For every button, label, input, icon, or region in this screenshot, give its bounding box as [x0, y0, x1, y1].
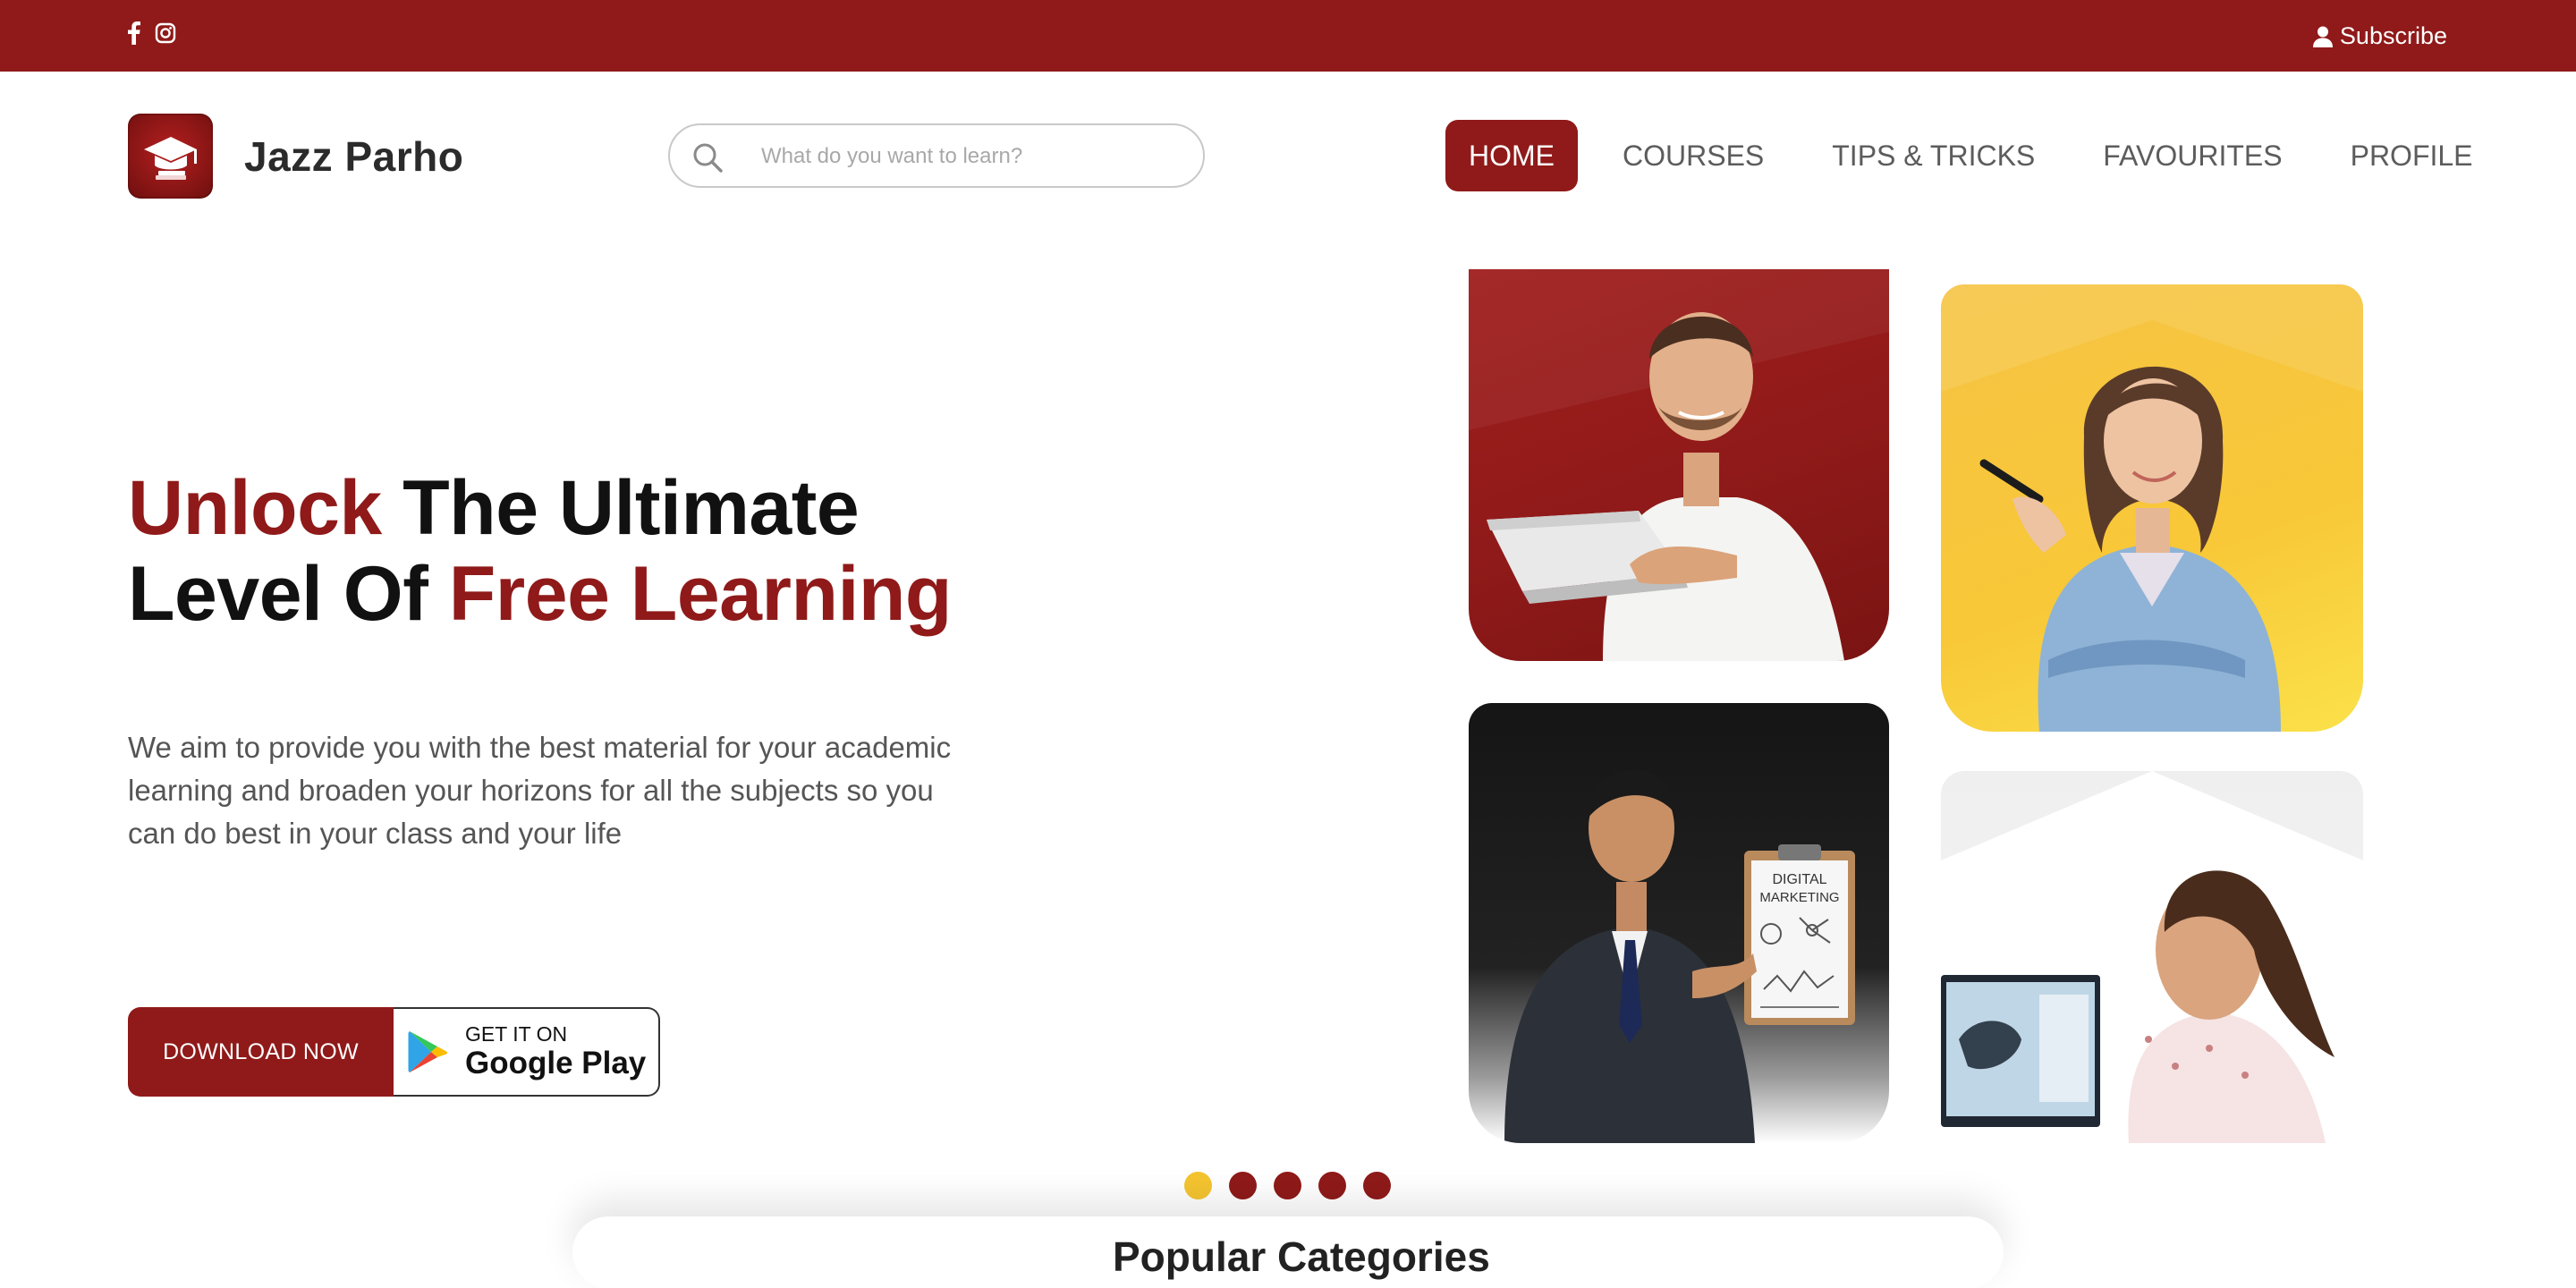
- subscribe-button[interactable]: Subscribe: [2312, 22, 2447, 50]
- main-nav: HOME COURSES TIPS & TRICKS FAVOURITES PR…: [1445, 120, 2518, 191]
- logo[interactable]: [128, 114, 213, 199]
- social-links: [128, 21, 176, 45]
- hero-image-woman-computer: [1941, 771, 2363, 1143]
- monitor: [1941, 975, 2100, 1127]
- hero-image-woman-pen: [1941, 284, 2363, 732]
- nav-home[interactable]: HOME: [1445, 120, 1578, 191]
- carousel-dot-4[interactable]: [1318, 1172, 1346, 1199]
- subscribe-label: Subscribe: [2339, 22, 2447, 49]
- hero-image-man-clipboard: DIGITAL MARKETING: [1469, 703, 1889, 1143]
- graduation-cap-icon: [143, 136, 197, 180]
- brand-name[interactable]: Jazz Parho: [244, 132, 463, 181]
- marketing-clipboard: DIGITAL MARKETING: [1744, 844, 1855, 1025]
- nav-courses[interactable]: COURSES: [1599, 120, 1787, 191]
- clipboard-line-1: DIGITAL: [1772, 872, 1826, 887]
- google-play-button[interactable]: GET IT ON Google Play: [394, 1007, 660, 1097]
- nav-favourites[interactable]: FAVOURITES: [2080, 120, 2305, 191]
- woman-at-computer-illustration: [1941, 771, 2363, 1143]
- nav-profile[interactable]: PROFILE: [2327, 120, 2496, 191]
- search-input[interactable]: [761, 140, 1182, 174]
- man-with-laptop-illustration: [1469, 269, 1889, 661]
- nav-tips-tricks[interactable]: TIPS & TRICKS: [1809, 120, 2058, 191]
- headline-unlock: Unlock: [128, 465, 382, 551]
- hero-image-man-laptop: [1469, 269, 1889, 661]
- man-with-clipboard-illustration: DIGITAL MARKETING: [1504, 769, 1855, 1143]
- clipboard-line-2: MARKETING: [1759, 890, 1839, 905]
- headline-ultimate: The Ultimate: [381, 465, 860, 551]
- carousel-dot-2[interactable]: [1229, 1172, 1257, 1199]
- section-title: Popular Categories: [1113, 1233, 1490, 1280]
- headline-free-learning: Free Learning: [448, 551, 953, 637]
- search-bar: [668, 123, 1205, 188]
- carousel-dot-1[interactable]: [1184, 1172, 1212, 1199]
- google-play-icon: [408, 1031, 448, 1072]
- google-play-small: GET IT ON: [465, 1022, 568, 1046]
- hero-headline: Unlock The Ultimate Level Of Free Learni…: [128, 465, 952, 637]
- carousel-dot-5[interactable]: [1363, 1172, 1391, 1199]
- cta-buttons: DOWNLOAD NOW GET IT ON Google Play: [128, 1007, 660, 1097]
- hero-description: We aim to provide you with the best mate…: [128, 731, 952, 850]
- download-now-button[interactable]: DOWNLOAD NOW: [128, 1007, 394, 1097]
- google-play-text: GET IT ON Google Play: [465, 1022, 646, 1081]
- top-bar: Subscribe: [0, 0, 2576, 72]
- facebook-icon[interactable]: [128, 21, 140, 45]
- search-icon[interactable]: [691, 141, 724, 174]
- carousel-dots: [1184, 1172, 1391, 1199]
- google-play-big: Google Play: [465, 1046, 647, 1080]
- user-icon: [2312, 26, 2333, 47]
- woman-with-pen-illustration: [1941, 284, 2363, 732]
- instagram-icon[interactable]: [155, 22, 176, 44]
- carousel-dot-3[interactable]: [1274, 1172, 1301, 1199]
- headline-level-of: Level Of: [128, 551, 449, 637]
